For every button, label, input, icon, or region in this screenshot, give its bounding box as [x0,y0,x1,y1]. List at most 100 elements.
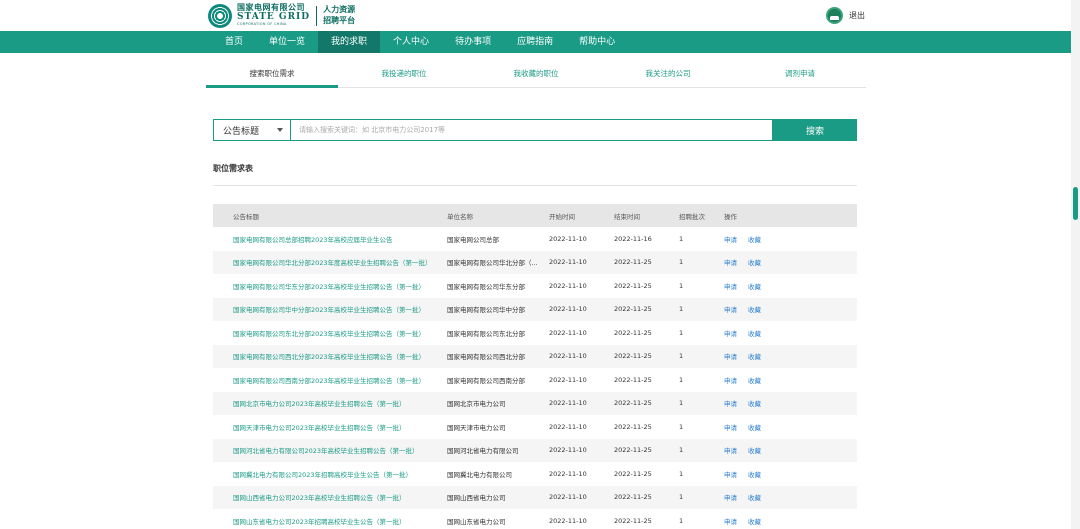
search-input[interactable] [290,119,773,141]
nav-item[interactable]: 个人中心 [380,31,442,53]
apply-link[interactable]: 申请 [724,469,737,479]
subtab[interactable]: 调剂申请 [734,63,866,87]
apply-link[interactable]: 申请 [724,328,737,338]
nav-item[interactable]: 首页 [212,31,256,53]
end-date: 2022-11-25 [614,493,652,502]
end-date: 2022-11-25 [614,446,652,455]
apply-link[interactable]: 申请 [724,281,737,291]
row-actions: 申请 收藏 [724,257,804,267]
job-table: 公告标题 单位名称 开始时间 结束时间 招聘批次 操作 国家电网有限公司总部招聘2023年… [213,204,857,529]
platform-name: 人力资源 招聘平台 [323,5,355,26]
nav-item[interactable]: 应聘指南 [504,31,566,53]
page-scrollbar[interactable] [1071,0,1080,529]
site-logo[interactable]: 国家电网有限公司 STATE GRID CORPORATION OF CHINA… [208,3,355,28]
recruit-batch: 1 [679,281,684,290]
announcement-title-link[interactable]: 国家电网有限公司华中分部2023年高校毕业生招聘公告（第一批） [213,304,447,314]
announcement-title-link[interactable]: 国家电网有限公司西南分部2023年高校毕业生招聘公告（第一批） [213,375,447,385]
collect-link[interactable]: 收藏 [748,375,761,385]
table-row: 国家电网有限公司华东分部2023年高校毕业生招聘公告（第一批） 国家电网有限公司华… [213,274,857,298]
collect-link[interactable]: 收藏 [748,304,761,314]
start-date: 2022-11-10 [549,516,587,525]
collect-link[interactable]: 收藏 [748,516,761,526]
start-date: 2022-11-10 [549,469,587,478]
end-date: 2022-11-25 [614,399,652,408]
collect-link[interactable]: 收藏 [748,257,761,267]
logo-en-sub: CORPORATION OF CHINA [237,22,287,27]
announcement-title-link[interactable]: 国网山东省电力公司2023年招聘高校毕业生公告（第一批） [213,516,447,526]
column-header: 公告标题 [233,212,259,221]
end-date: 2022-11-25 [614,422,652,431]
announcement-title-link[interactable]: 国家电网有限公司华北分部2023年度高校毕业生招聘公告（第一批） [213,257,447,267]
subtab[interactable]: 我收藏的职位 [470,63,602,87]
apply-link[interactable]: 申请 [724,234,737,244]
row-actions: 申请 收藏 [724,516,804,526]
announcement-title-link[interactable]: 国网北京市电力公司2023年高校毕业生招聘公告（第一批） [213,398,447,408]
unit-name: 国家电网有限公司东北分部 [447,329,525,338]
column-header: 开始时间 [549,212,575,221]
search-button[interactable]: 搜索 [773,119,857,141]
end-date: 2022-11-25 [614,469,652,478]
collect-link[interactable]: 收藏 [748,281,761,291]
column-header: 操作 [724,212,737,221]
logo-cn: 国家电网有限公司 [237,3,305,13]
announcement-title-link[interactable]: 国网河北省电力有限公司2023年高校毕业生招聘公告（第一批） [213,445,447,455]
start-date: 2022-11-10 [549,375,587,384]
start-date: 2022-11-10 [549,493,587,502]
row-actions: 申请 收藏 [724,351,804,361]
collect-link[interactable]: 收藏 [748,492,761,502]
announcement-title-link[interactable]: 国家电网有限公司东北分部2023年高校毕业生招聘公告（第一批） [213,328,447,338]
subtab[interactable]: 我投递的职位 [338,63,470,87]
search-field-select[interactable]: 公告标题 [213,119,290,141]
start-date: 2022-11-10 [549,352,587,361]
announcement-title-link[interactable]: 国网天津市电力公司2023年高校毕业生招聘公告（第一批） [213,422,447,432]
collect-link[interactable]: 收藏 [748,422,761,432]
table-row: 国家电网有限公司西南分部2023年高校毕业生招聘公告（第一批） 国家电网有限公司西… [213,368,857,392]
unit-name: 国网山西省电力公司 [447,494,506,503]
announcement-title-link[interactable]: 国网山西省电力公司2023年高校毕业生招聘公告（第一批） [213,492,447,502]
collect-link[interactable]: 收藏 [748,398,761,408]
collect-link[interactable]: 收藏 [748,469,761,479]
subtab[interactable]: 搜索职位需求 [206,63,338,88]
nav-item[interactable]: 帮助中心 [566,31,628,53]
row-actions: 申请 收藏 [724,469,804,479]
scrollbar-thumb[interactable] [1073,187,1078,220]
unit-name: 国网北京市电力公司 [447,400,506,409]
table-row: 国家电网有限公司华中分部2023年高校毕业生招聘公告（第一批） 国家电网有限公司华… [213,297,857,321]
collect-link[interactable]: 收藏 [748,234,761,244]
apply-link[interactable]: 申请 [724,492,737,502]
nav-item[interactable]: 我的求职 [318,31,381,53]
apply-link[interactable]: 申请 [724,398,737,408]
apply-link[interactable]: 申请 [724,445,737,455]
apply-link[interactable]: 申请 [724,422,737,432]
apply-link[interactable]: 申请 [724,351,737,361]
apply-link[interactable]: 申请 [724,375,737,385]
user-menu[interactable]: 退出 [826,7,865,24]
nav-item[interactable]: 单位一览 [256,31,318,53]
announcement-title-link[interactable]: 国网冀北电力有限公司2023年招聘高校毕业生公告（第一批） [213,469,447,479]
collect-link[interactable]: 收藏 [748,351,761,361]
table-row: 国网北京市电力公司2023年高校毕业生招聘公告（第一批） 国网北京市电力公司 202… [213,391,857,415]
nav-item[interactable]: 待办事项 [442,31,504,53]
start-date: 2022-11-10 [549,422,587,431]
apply-link[interactable]: 申请 [724,257,737,267]
announcement-title-link[interactable]: 国家电网有限公司总部招聘2023年高校应届毕业生公告 [213,234,447,244]
table-row: 国家电网有限公司东北分部2023年高校毕业生招聘公告（第一批） 国家电网有限公司东… [213,321,857,345]
collect-link[interactable]: 收藏 [748,328,761,338]
announcement-title-link[interactable]: 国家电网有限公司华东分部2023年高校毕业生招聘公告（第一批） [213,281,447,291]
unit-name: 国网冀北电力有限公司 [447,470,512,479]
logout-link[interactable]: 退出 [849,10,865,21]
announcement-title-link[interactable]: 国家电网有限公司西北分部2023年高校毕业生招聘公告（第一批） [213,351,447,361]
nav-list: 首页 单位一览 我的求职 个人中心 待办事项 应聘指南 帮助中心 [212,31,628,53]
table-row: 国网山西省电力公司2023年高校毕业生招聘公告（第一批） 国网山西省电力公司 202… [213,485,857,509]
apply-link[interactable]: 申请 [724,304,737,314]
end-date: 2022-11-25 [614,375,652,384]
row-actions: 申请 收藏 [724,492,804,502]
table-row: 国网山东省电力公司2023年招聘高校毕业生公告（第一批） 国网山东省电力公司 202… [213,509,857,529]
row-actions: 申请 收藏 [724,422,804,432]
subtab[interactable]: 我关注的公司 [602,63,734,87]
collect-link[interactable]: 收藏 [748,445,761,455]
row-actions: 申请 收藏 [724,398,804,408]
user-avatar-icon[interactable] [826,7,843,24]
recruit-batch: 1 [679,328,684,337]
apply-link[interactable]: 申请 [724,516,737,526]
